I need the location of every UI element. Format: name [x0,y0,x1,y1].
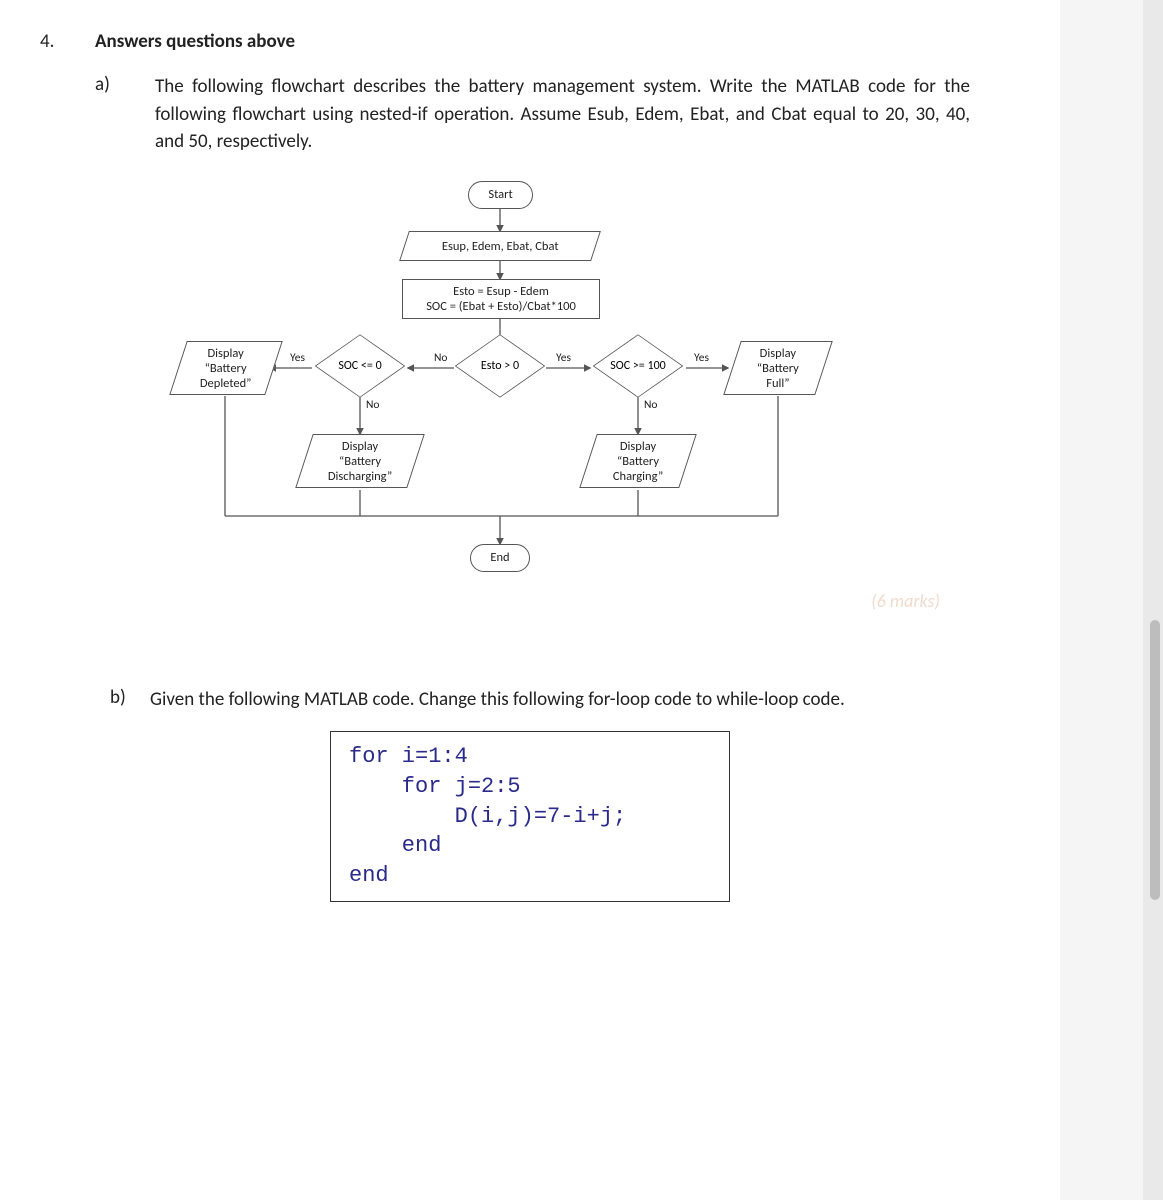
flow-input-label: Esup, Edem, Ebat, Cbat [436,238,565,253]
edge-yes-3: Yes [290,351,305,365]
flow-end-label: End [490,550,509,565]
flow-out-charging-label: Display “Battery Charging” [607,438,669,483]
part-a-text: The following flowchart describes the ba… [155,73,970,156]
flow-d2-label: SOC >= 100 [590,359,686,373]
question-number: 4. [0,30,95,53]
flow-out-full-label: Display “Battery Full” [751,345,805,390]
flow-out-depleted-label: Display “Battery Depleted” [194,345,258,390]
marks-watermark: (6 marks) [871,590,940,612]
edge-no-1: No [434,351,448,365]
edge-no-3: No [366,398,380,412]
flow-decision-socfull: SOC >= 100 [590,344,686,392]
part-b-row: b) Given the following MATLAB code. Chan… [0,686,1060,714]
flow-out-full: Display “Battery Full” [723,341,833,395]
edge-no-2: No [644,398,658,412]
code-box: for i=1:4 for j=2:5 D(i,j)=7-i+j; end en… [330,731,730,901]
flow-decision-esto: Esto > 0 [452,344,548,392]
part-a-row: a) The following flowchart describes the… [0,73,1060,156]
flow-process: Esto = Esup - Edem SOC = (Ebat + Esto)/C… [402,279,600,319]
flow-start: Start [468,181,533,209]
flow-d1-label: Esto > 0 [452,359,548,373]
scrollbar-track[interactable] [1143,0,1163,1200]
flowchart: Start Esup, Edem, Ebat, Cbat Esto = Esup… [170,176,990,606]
flow-out-charging: Display “Battery Charging” [579,434,697,488]
scrollbar-thumb[interactable] [1150,620,1160,900]
flow-end: End [470,544,530,572]
flow-out-discharging-label: Display “Battery Discharging” [322,438,398,483]
document-page: 4. Answers questions above a) The follow… [0,0,1060,1200]
flow-out-discharging: Display “Battery Discharging” [295,434,425,488]
question-heading-row: 4. Answers questions above [0,30,1060,53]
part-b-label: b) [110,686,150,709]
flow-d3-label: SOC <= 0 [312,359,408,373]
flow-out-depleted: Display “Battery Depleted” [169,341,283,395]
edge-yes-2: Yes [694,351,709,365]
edge-yes-1: Yes [556,351,571,365]
part-a-label: a) [95,73,155,96]
flow-start-label: Start [488,187,512,202]
flow-input: Esup, Edem, Ebat, Cbat [399,231,601,261]
flow-decision-socempty: SOC <= 0 [312,344,408,392]
part-b-text: Given the following MATLAB code. Change … [150,686,970,714]
flow-process-label: Esto = Esup - Edem SOC = (Ebat + Esto)/C… [426,284,576,314]
question-heading: Answers questions above [95,30,295,53]
